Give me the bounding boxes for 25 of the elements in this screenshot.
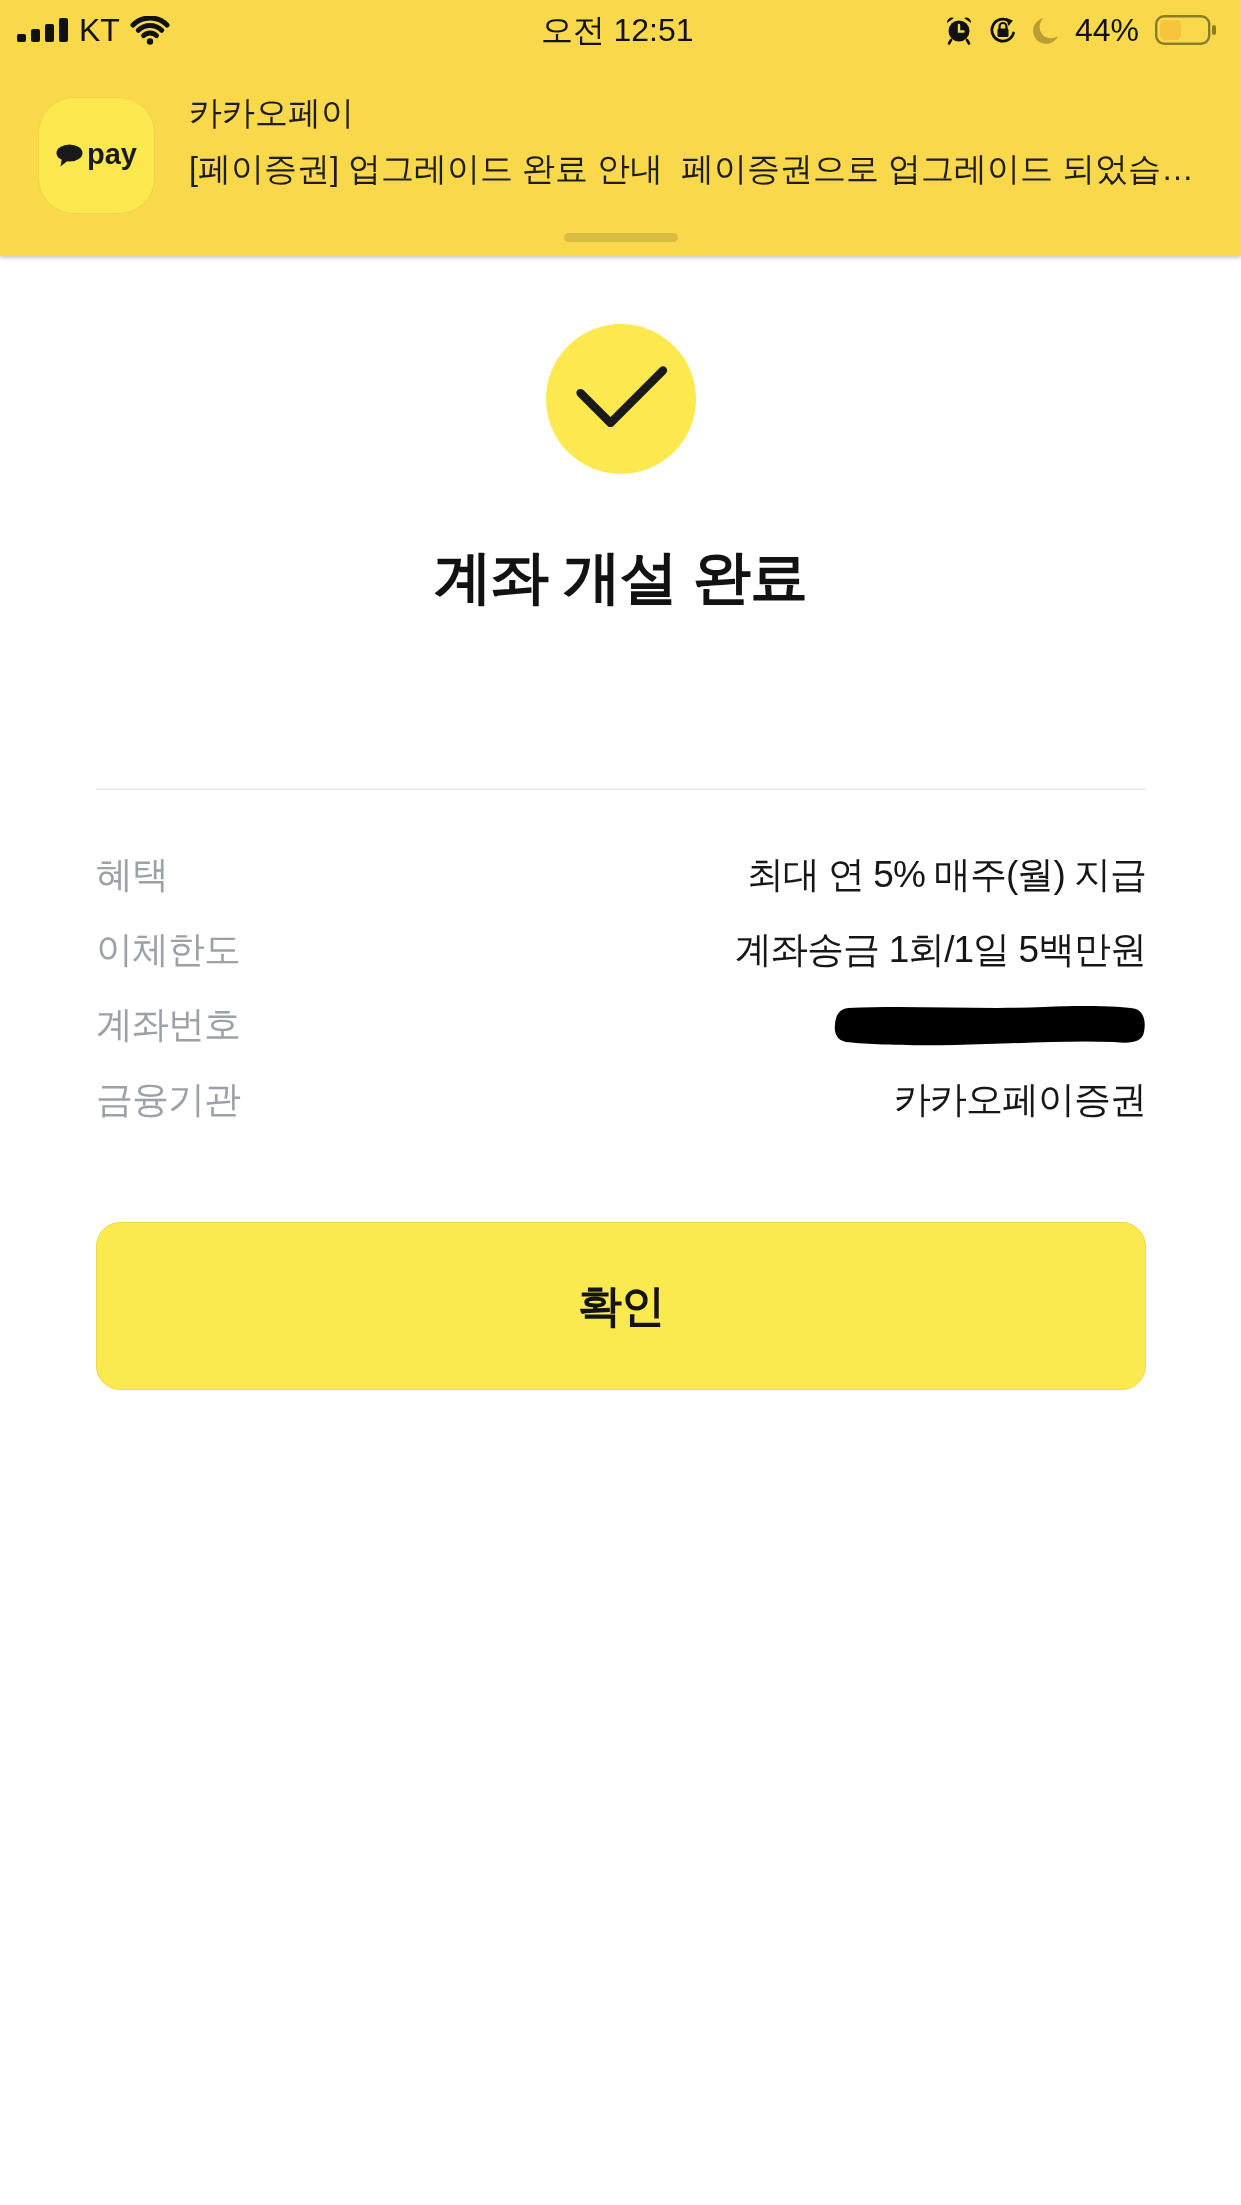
carrier-name: KT [79,14,120,46]
notification-message: [페이증권] 업그레이드 완료 안내 페이증권으로 업그레이드 되었습… [189,150,1194,189]
page-title: 계좌 개설 완료 [434,543,807,611]
detail-label: 혜택 [96,852,168,897]
moon-icon [1032,16,1059,44]
battery-icon [1155,15,1217,45]
notification-app-name: 카카오페이 [189,94,355,133]
notification-banner[interactable]: KT 오전 12:51 44% pay 카카오페이 [페이증권] 업그레이드 완료 안내 페이증권으로 업그레이드 되었습… [0,0,1241,256]
detail-label: 계좌번호 [96,1002,240,1047]
signal-icon [17,18,69,42]
detail-value: 카카오페이증권 [894,1077,1146,1122]
detail-label: 금융기관 [96,1077,240,1122]
detail-value: 계좌송금 1회/1일 5백만원 [735,927,1146,972]
speech-bubble-icon [56,144,83,167]
battery-percent: 44% [1074,14,1139,46]
wifi-icon [129,15,170,45]
detail-label: 이체한도 [96,927,240,972]
detail-value: 최대 연 5% 매주(월) 지급 [746,852,1146,897]
confirm-button[interactable]: 확인 [96,1222,1146,1390]
status-time: 오전 12:51 [540,14,694,46]
check-icon [545,324,696,474]
logo-text: pay [87,139,137,172]
rotation-lock-icon [988,16,1017,44]
alarm-clock-icon [944,15,973,45]
drag-handle[interactable] [563,233,678,242]
